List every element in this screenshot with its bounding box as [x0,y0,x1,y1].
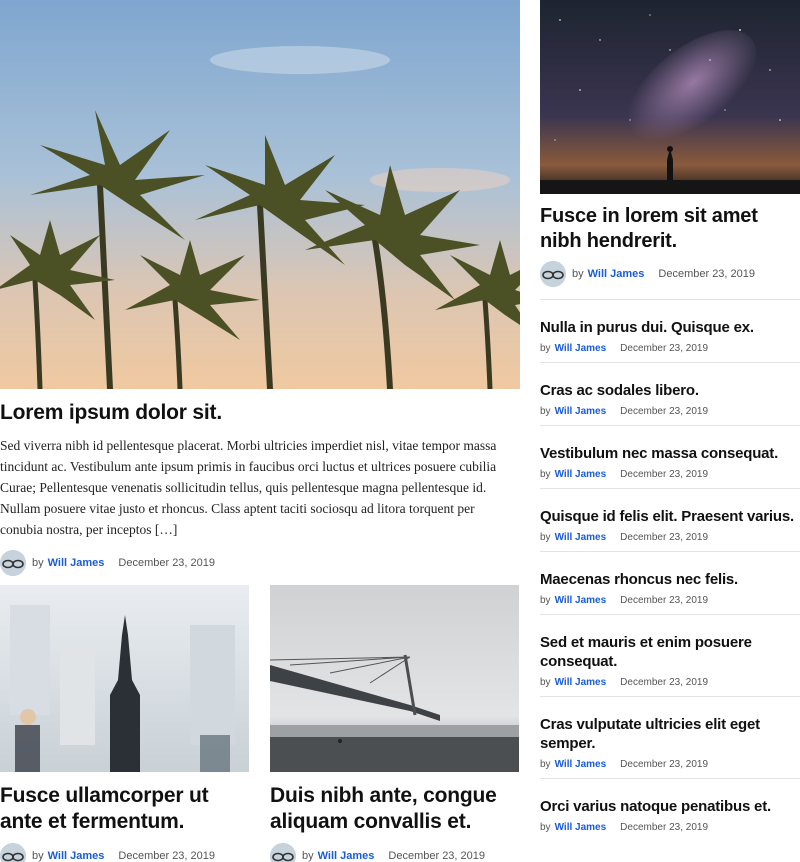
post-meta: by Will James December 23, 2019 [540,406,800,417]
byline-prefix: by [540,759,551,770]
author-link[interactable]: Will James [555,822,607,833]
sidebar-image-night-sky[interactable] [540,0,800,194]
list-item-title[interactable]: Orci varius natoque penatibus et. [540,797,800,816]
post-date: December 23, 2019 [620,469,709,480]
list-item: Nulla in purus dui. Quisque ex. by Will J… [540,299,800,362]
byline-prefix: by [540,469,551,480]
author-link[interactable]: Will James [588,268,645,280]
list-item-title[interactable]: Nulla in purus dui. Quisque ex. [540,318,800,337]
post-date: December 23, 2019 [620,406,709,417]
author-link[interactable]: Will James [318,850,375,862]
author-link[interactable]: Will James [555,532,607,543]
post-meta: by Will James December 23, 2019 [540,469,800,480]
list-item-title[interactable]: Sed et mauris et enim posuere consequat. [540,633,800,671]
list-item-title-link[interactable]: Vestibulum nec massa consequat. [540,445,778,462]
sidebar-post-list: Nulla in purus dui. Quisque ex. by Will J… [540,299,800,841]
post-meta: by Will James December 23, 2019 [540,343,800,354]
post-date: December 23, 2019 [118,557,216,569]
author-link[interactable]: Will James [48,850,105,862]
featured-post-title-link[interactable]: Lorem ipsum dolor sit. [0,401,222,424]
byline-prefix: by [572,268,584,280]
grid-post-title[interactable]: Fusce ullamcorper ut ante et fermentum. [0,783,249,835]
sidebar: Fusce in lorem sit amet nibh hendrerit. … [540,0,800,841]
grid-post-card: Fusce ullamcorper ut ante et fermentum. … [0,585,249,862]
byline-prefix: by [540,406,551,417]
byline-prefix: by [302,850,314,862]
list-item: Maecenas rhoncus nec felis. by Will James… [540,551,800,614]
byline-prefix: by [32,850,44,862]
list-item-title-link[interactable]: Sed et mauris et enim posuere consequat. [540,634,752,670]
sidebar-top-post-title[interactable]: Fusce in lorem sit amet nibh hendrerit. [540,204,800,254]
featured-post: Lorem ipsum dolor sit. Sed viverra nibh … [0,0,520,576]
post-meta: by Will James December 23, 2019 [540,532,800,543]
featured-post-excerpt: Sed viverra nibh id pellentesque placera… [0,438,497,537]
featured-post-title[interactable]: Lorem ipsum dolor sit. [0,400,520,426]
post-date: December 23, 2019 [620,595,709,606]
post-date: December 23, 2019 [620,759,709,770]
post-meta: by Will James December 23, 2019 [540,677,800,688]
list-item: Sed et mauris et enim posuere consequat.… [540,614,800,696]
post-meta: by Will James December 23, 2019 [0,843,249,862]
post-meta: by Will James December 23, 2019 [270,843,519,862]
byline-prefix: by [540,532,551,543]
grid-post-title-link[interactable]: Duis nibh ante, congue aliquam convallis… [270,784,497,833]
author-avatar[interactable] [0,550,26,576]
list-item-title[interactable]: Cras vulputate ultricies elit eget sempe… [540,715,800,753]
list-item-title[interactable]: Cras ac sodales libero. [540,381,800,400]
post-meta: by Will James December 23, 2019 [540,822,800,833]
post-date: December 23, 2019 [388,850,486,862]
post-date: December 23, 2019 [620,677,709,688]
grid-post-title-link[interactable]: Fusce ullamcorper ut ante et fermentum. [0,784,209,833]
list-item: Cras vulputate ultricies elit eget sempe… [540,696,800,778]
author-link[interactable]: Will James [48,557,105,569]
post-meta: by Will James December 23, 2019 [540,261,800,287]
list-item-title-link[interactable]: Cras ac sodales libero. [540,382,699,399]
author-link[interactable]: Will James [555,469,607,480]
list-item-title-link[interactable]: Quisque id felis elit. Praesent varius. [540,508,794,525]
byline-prefix: by [540,677,551,688]
post-date: December 23, 2019 [118,850,216,862]
author-link[interactable]: Will James [555,759,607,770]
post-date: December 23, 2019 [620,532,709,543]
list-item-title-link[interactable]: Maecenas rhoncus nec felis. [540,571,738,588]
author-link[interactable]: Will James [555,595,607,606]
post-date: December 23, 2019 [620,822,709,833]
post-meta: by Will James December 23, 2019 [0,550,520,576]
list-item-title[interactable]: Maecenas rhoncus nec felis. [540,570,800,589]
list-item-title-link[interactable]: Orci varius natoque penatibus et. [540,798,771,815]
grid-post-title[interactable]: Duis nibh ante, congue aliquam convallis… [270,783,519,835]
post-meta: by Will James December 23, 2019 [540,759,800,770]
byline-prefix: by [540,595,551,606]
featured-image-palm-trees[interactable] [0,0,520,389]
list-item: Quisque id felis elit. Praesent varius. … [540,488,800,551]
list-item: Orci varius natoque penatibus et. by Will… [540,778,800,841]
author-link[interactable]: Will James [555,343,607,354]
author-avatar[interactable] [270,843,296,862]
author-avatar[interactable] [0,843,26,862]
sidebar-top-post-title-link[interactable]: Fusce in lorem sit amet nibh hendrerit. [540,205,758,252]
list-item-title[interactable]: Vestibulum nec massa consequat. [540,444,800,463]
post-date: December 23, 2019 [620,343,709,354]
main-column: Lorem ipsum dolor sit. Sed viverra nibh … [0,0,520,862]
list-item-title-link[interactable]: Nulla in purus dui. Quisque ex. [540,319,754,336]
list-item: Vestibulum nec massa consequat. by Will J… [540,425,800,488]
sidebar-top-post: Fusce in lorem sit amet nibh hendrerit. … [540,0,800,287]
byline-prefix: by [540,822,551,833]
post-date: December 23, 2019 [658,268,756,280]
grid-post-image-city[interactable] [0,585,249,772]
author-link[interactable]: Will James [555,677,607,688]
grid-post-card: Duis nibh ante, congue aliquam convallis… [270,585,519,862]
list-item-title[interactable]: Quisque id felis elit. Praesent varius. [540,507,800,526]
author-link[interactable]: Will James [555,406,607,417]
byline-prefix: by [32,557,44,569]
byline-prefix: by [540,343,551,354]
grid-post-image-bridge[interactable] [270,585,519,772]
post-meta: by Will James December 23, 2019 [540,595,800,606]
list-item-title-link[interactable]: Cras vulputate ultricies elit eget sempe… [540,716,760,752]
list-item: Cras ac sodales libero. by Will James Dece… [540,362,800,425]
author-avatar[interactable] [540,261,566,287]
